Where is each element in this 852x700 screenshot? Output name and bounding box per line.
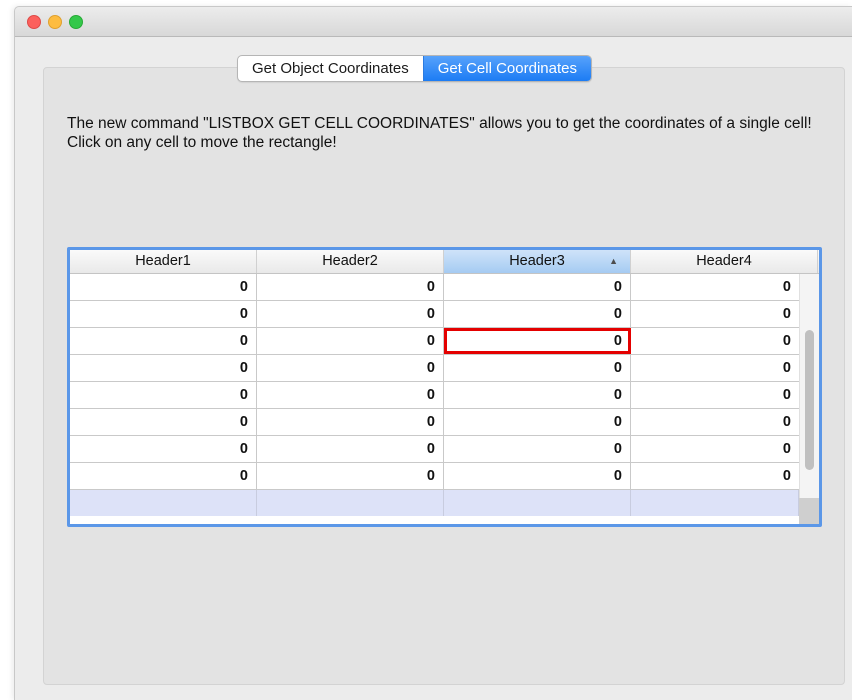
table-cell[interactable]: 0 bbox=[257, 355, 444, 381]
table-row[interactable]: 0 0 0 0 bbox=[70, 274, 799, 301]
table-cell[interactable]: 0 bbox=[70, 274, 257, 300]
table-cell[interactable]: 0 bbox=[631, 382, 799, 408]
table-cell[interactable] bbox=[257, 490, 444, 516]
table-cell[interactable]: 0 bbox=[70, 328, 257, 354]
listbox-body: 0 0 0 0 0 0 0 0 0 0 0 0 0 0 0 0 0 0 0 0 … bbox=[70, 274, 799, 516]
table-row[interactable]: 0 0 0 0 bbox=[70, 436, 799, 463]
close-window-icon[interactable] bbox=[27, 15, 41, 29]
table-cell[interactable]: 0 bbox=[70, 355, 257, 381]
table-cell[interactable]: 0 bbox=[444, 409, 631, 435]
table-row[interactable]: 0 0 0 0 bbox=[70, 409, 799, 436]
table-row[interactable]: 0 0 0 0 bbox=[70, 355, 799, 382]
table-cell[interactable] bbox=[444, 490, 631, 516]
table-cell[interactable]: 0 bbox=[444, 301, 631, 327]
table-row[interactable]: 0 0 0 0 bbox=[70, 301, 799, 328]
tab-get-cell-coordinates[interactable]: Get Cell Coordinates bbox=[422, 56, 591, 81]
table-cell[interactable]: 0 bbox=[70, 382, 257, 408]
table-cell[interactable] bbox=[631, 490, 799, 516]
table-cell[interactable]: 0 bbox=[444, 436, 631, 462]
table-cell[interactable]: 0 bbox=[444, 463, 631, 489]
column-header-3-label: Header3 bbox=[509, 253, 565, 269]
listbox[interactable]: Header1 Header2 Header3 ▲ Header4 0 0 0 … bbox=[67, 247, 822, 527]
table-cell[interactable]: 0 bbox=[444, 274, 631, 300]
column-header-2[interactable]: Header2 bbox=[257, 250, 444, 273]
table-cell[interactable]: 0 bbox=[631, 355, 799, 381]
table-cell[interactable]: 0 bbox=[444, 382, 631, 408]
table-cell[interactable]: 0 bbox=[70, 436, 257, 462]
vertical-scrollbar[interactable] bbox=[799, 274, 819, 524]
table-cell[interactable]: 0 bbox=[257, 274, 444, 300]
table-row[interactable]: 0 0 0 0 bbox=[70, 382, 799, 409]
table-cell[interactable]: 0 bbox=[631, 274, 799, 300]
tab-get-object-coordinates[interactable]: Get Object Coordinates bbox=[238, 56, 423, 81]
table-cell[interactable]: 0 bbox=[70, 301, 257, 327]
header-filler bbox=[818, 250, 819, 273]
app-window: Get Object Coordinates Get Cell Coordina… bbox=[14, 6, 852, 700]
listbox-header: Header1 Header2 Header3 ▲ Header4 bbox=[70, 250, 819, 274]
table-cell[interactable]: 0 bbox=[631, 436, 799, 462]
table-cell[interactable]: 0 bbox=[257, 328, 444, 354]
tab-control: Get Object Coordinates Get Cell Coordina… bbox=[237, 55, 592, 82]
table-cell[interactable]: 0 bbox=[257, 409, 444, 435]
table-cell[interactable] bbox=[70, 490, 257, 516]
description-text: The new command "LISTBOX GET CELL COORDI… bbox=[67, 115, 812, 151]
table-cell[interactable]: 0 bbox=[444, 355, 631, 381]
sort-ascending-icon: ▲ bbox=[609, 256, 618, 266]
empty-selected-row[interactable] bbox=[70, 490, 799, 516]
table-cell[interactable]: 0 bbox=[70, 463, 257, 489]
column-header-1[interactable]: Header1 bbox=[70, 250, 257, 273]
scrollbar-corner bbox=[799, 498, 819, 524]
table-cell[interactable]: 0 bbox=[631, 301, 799, 327]
table-cell[interactable]: 0 bbox=[631, 409, 799, 435]
column-header-3[interactable]: Header3 ▲ bbox=[444, 250, 631, 273]
table-cell[interactable]: 0 bbox=[257, 382, 444, 408]
table-row[interactable]: 0 0 0 0 bbox=[70, 328, 799, 355]
table-row[interactable]: 0 0 0 0 bbox=[70, 463, 799, 490]
highlighted-cell[interactable]: 0 bbox=[444, 328, 631, 354]
scrollbar-thumb[interactable] bbox=[805, 330, 814, 470]
table-cell[interactable]: 0 bbox=[257, 436, 444, 462]
maximize-window-icon[interactable] bbox=[69, 15, 83, 29]
table-cell[interactable]: 0 bbox=[257, 463, 444, 489]
table-cell[interactable]: 0 bbox=[631, 463, 799, 489]
table-cell[interactable]: 0 bbox=[257, 301, 444, 327]
title-bar[interactable] bbox=[15, 7, 852, 37]
column-header-4[interactable]: Header4 bbox=[631, 250, 818, 273]
table-cell[interactable]: 0 bbox=[631, 328, 799, 354]
minimize-window-icon[interactable] bbox=[48, 15, 62, 29]
table-cell[interactable]: 0 bbox=[70, 409, 257, 435]
